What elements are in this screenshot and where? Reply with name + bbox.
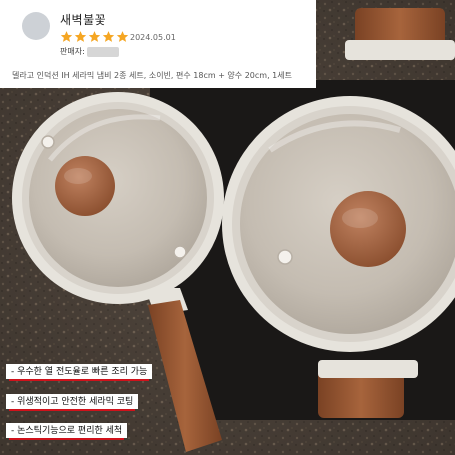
- avatar-icon: [22, 12, 50, 40]
- seller-row: 판매자:: [60, 46, 119, 57]
- feature-item: - 위생적이고 안전한 세라믹 코팅: [6, 394, 139, 411]
- product-option: 델라고 인덕션 IH 세라믹 냄비 2종 세트, 소이빈, 편수 18cm + …: [12, 71, 292, 80]
- large-pot-top-handle: [345, 8, 455, 60]
- rating-stars: [60, 30, 129, 43]
- feature-item: - 우수한 열 전도율로 빠른 조리 가능: [6, 364, 153, 381]
- saucepan-lid-knob: [55, 156, 115, 216]
- star-icon: [102, 31, 115, 42]
- star-icon: [60, 31, 73, 42]
- large-pot-bottom-handle: [318, 360, 418, 418]
- feature-item: - 논스틱기능으로 편리한 세척: [6, 423, 128, 440]
- review-image: 새벽불꽃 2024.05.01 판매자: 델라고 인덕션 IH 세라믹 냄비 2…: [0, 0, 455, 455]
- review-card: 새벽불꽃 2024.05.01 판매자: 델라고 인덕션 IH 세라믹 냄비 2…: [0, 0, 316, 88]
- review-date: 2024.05.01: [130, 33, 176, 42]
- reviewer-name: 새벽불꽃: [60, 13, 107, 27]
- seller-name-redacted: [86, 46, 119, 57]
- seller-label: 판매자:: [60, 47, 85, 56]
- large-lid-knob: [330, 191, 406, 267]
- saucepan: [12, 92, 224, 304]
- star-icon: [74, 31, 87, 42]
- star-icon: [116, 31, 129, 42]
- star-icon: [88, 31, 101, 42]
